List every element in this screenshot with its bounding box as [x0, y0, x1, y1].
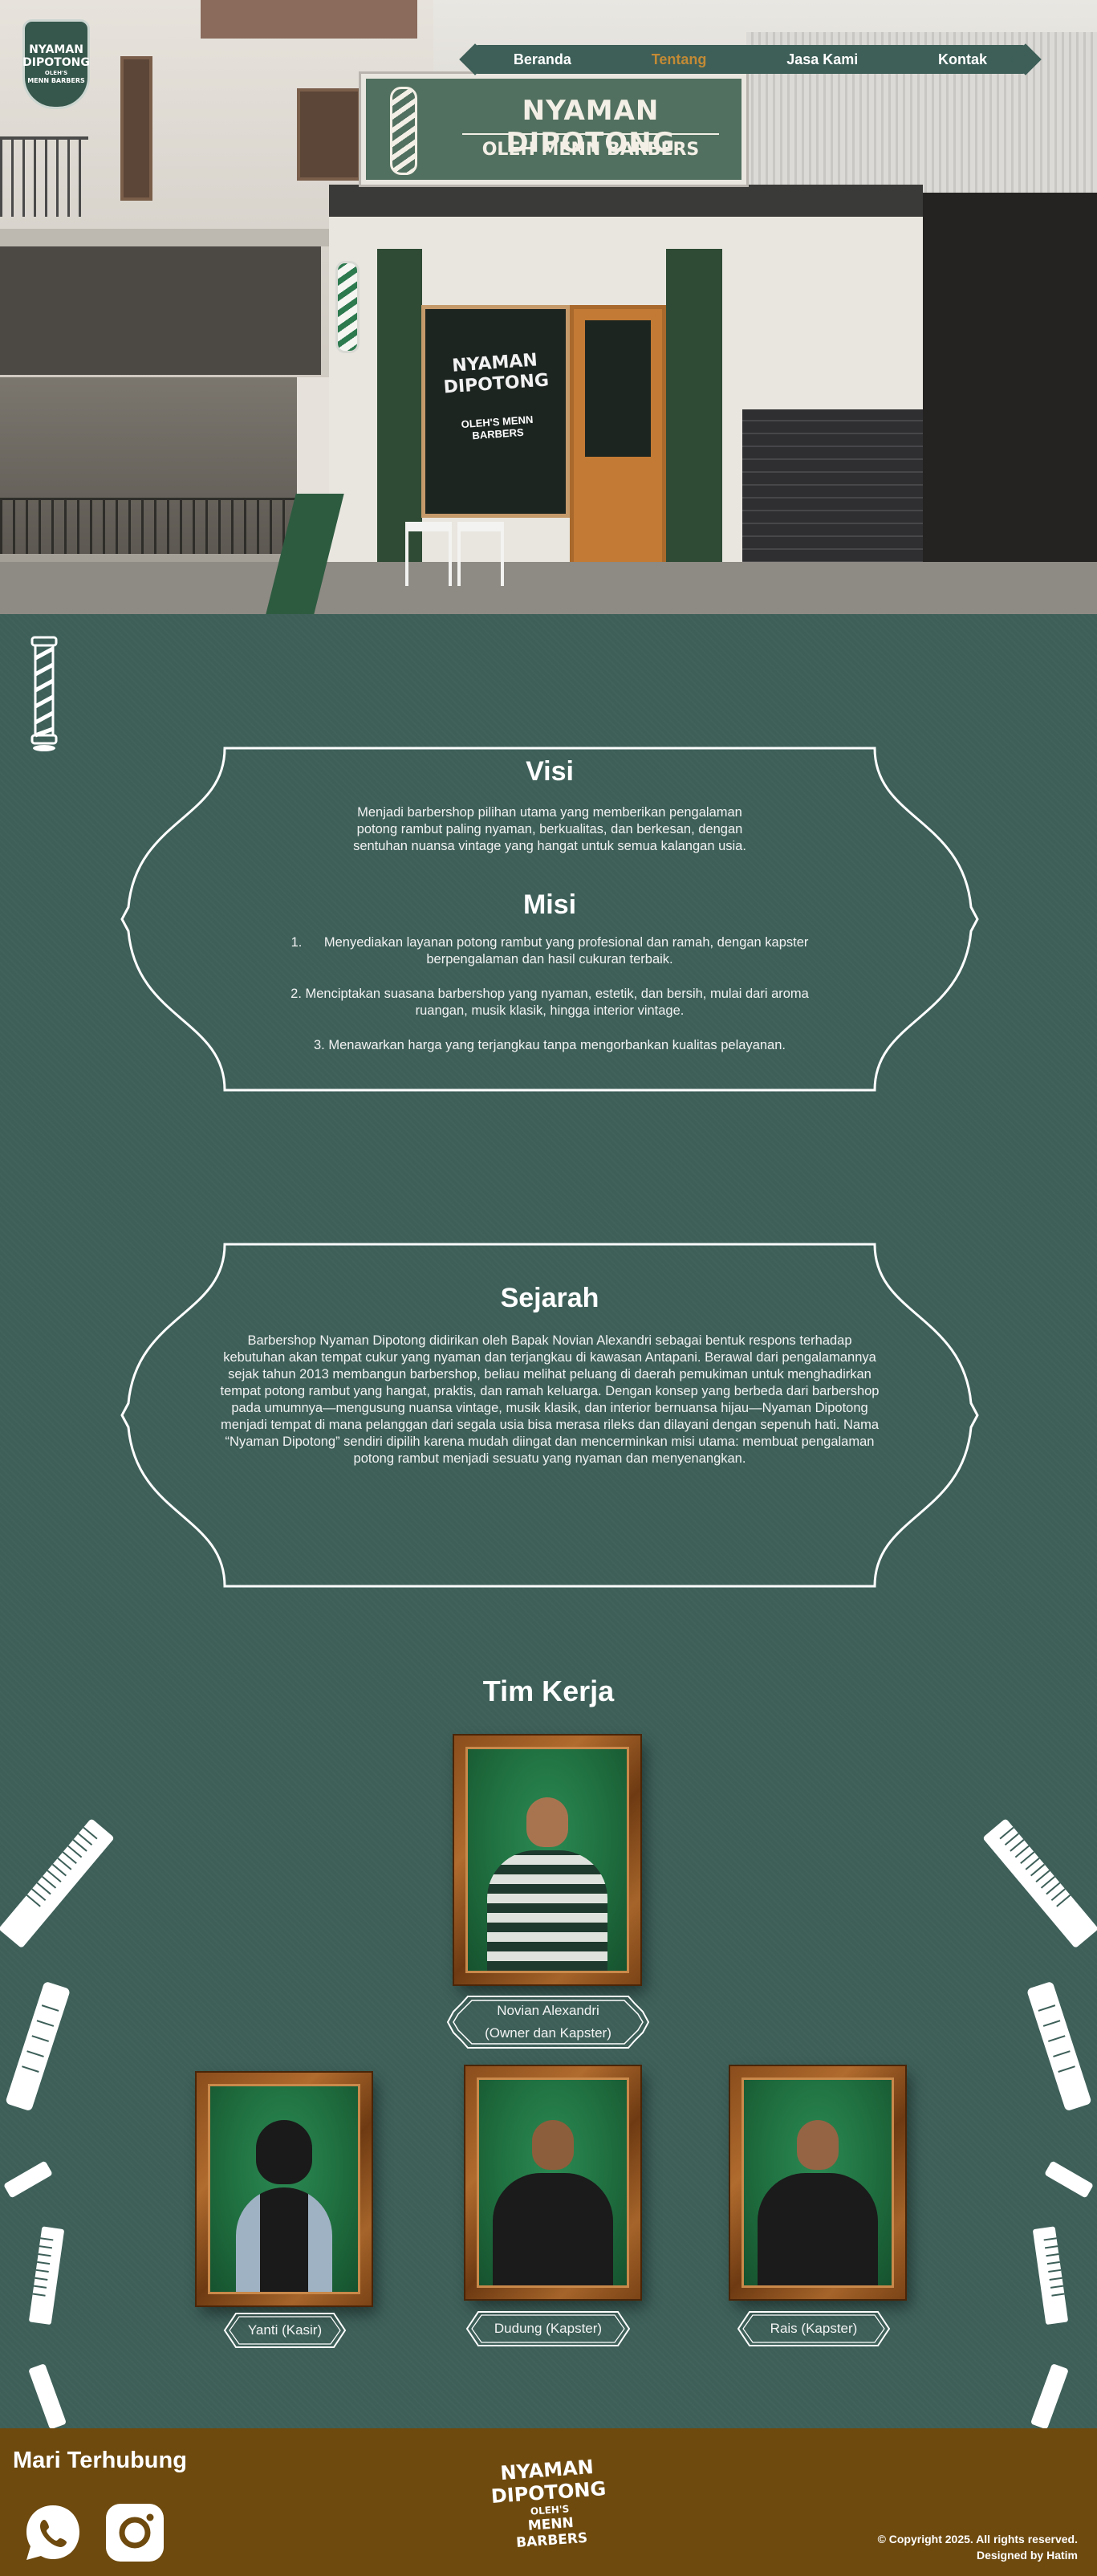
owner-name: Novian Alexandri: [497, 2003, 599, 2018]
hero-sign-subtitle: OLEH MENN BARBERS: [481, 140, 700, 160]
nav-beranda[interactable]: Beranda: [506, 48, 579, 71]
person-illustration: [493, 2120, 613, 2285]
team-name-plate-yanti: Yanti (Kasir): [223, 2312, 347, 2349]
owner-role: (Owner dan Kapster): [485, 2025, 611, 2041]
footer: Mari Terhubung NYAMAN DIPOTONG OLEH'S ME…: [0, 2428, 1097, 2576]
hero-photo: NYAMAN DIPOTONG OLEH'S MENN BARBERS NYAM…: [0, 0, 1097, 614]
logo-line-3: OLEH'S: [44, 70, 68, 76]
hero-stool: [405, 522, 452, 586]
team-photo-owner: [454, 1736, 640, 1984]
main-nav: Beranda Tentang Jasa Kami Kontak: [473, 45, 1027, 74]
visi-text: Menjadi barbershop pilihan utama yang me…: [353, 805, 746, 853]
logo-line-1: NYAMAN: [29, 43, 83, 56]
visi-misi-panel: Visi Menjadi barbershop pilihan utama ya…: [120, 747, 979, 1092]
hero-door: [570, 305, 666, 570]
visi-title: Visi: [526, 756, 574, 787]
misi-item: 2. Menciptakan suasana barbershop yang n…: [291, 987, 809, 1018]
sejarah-panel: Sejarah Barbershop Nyaman Dipotong didir…: [120, 1243, 979, 1588]
team-name-plate-dudung: Dudung (Kapster): [465, 2310, 631, 2347]
person-illustration: [487, 1797, 607, 1971]
yanti-name: Yanti (Kasir): [247, 2322, 323, 2338]
team-photo-dudung: [465, 2066, 640, 2299]
designed-by-text: Designed by Hatim: [976, 2549, 1078, 2562]
comb-decoration-icon: [29, 2226, 64, 2325]
hero-stool: [457, 522, 504, 586]
razor-decoration-icon: [29, 2364, 66, 2428]
rais-name: Rais (Kapster): [770, 2321, 858, 2336]
razor-decoration-icon: [4, 2161, 52, 2198]
sejarah-text: Barbershop Nyaman Dipotong didirikan ole…: [220, 1333, 880, 1466]
hero-shop-sign: NYAMAN DIPOTONG OLEH MENN BARBERS: [359, 71, 749, 187]
comb-decoration-icon: [0, 1819, 114, 1947]
nav-kontak[interactable]: Kontak: [930, 48, 995, 71]
team-photo-yanti: [197, 2073, 372, 2305]
hero-window-text: NYAMAN DIPOTONG: [442, 350, 550, 398]
misi-item: 3. Menawarkan harga yang terjangkau tanp…: [314, 1038, 786, 1052]
person-illustration: [236, 2120, 332, 2292]
misi-item: 1. Menyediakan layanan potong rambut yan…: [291, 935, 809, 967]
whatsapp-icon[interactable]: [22, 2502, 83, 2563]
instagram-icon[interactable]: [104, 2502, 165, 2563]
logo-line-4: MENN BARBERS: [27, 77, 85, 84]
razor-decoration-icon: [1031, 2364, 1068, 2428]
site-logo[interactable]: NYAMAN DIPOTONG OLEH'S MENN BARBERS: [22, 19, 90, 109]
razor-decoration-icon: [1027, 1982, 1091, 2110]
nav-tentang[interactable]: Tentang: [644, 48, 715, 71]
copyright-text: © Copyright 2025. All rights reserved.: [877, 2533, 1078, 2545]
comb-decoration-icon: [983, 1819, 1097, 1947]
footer-connect-heading: Mari Terhubung: [13, 2448, 187, 2473]
hero-barber-pole: [335, 261, 360, 353]
footer-copyright: © Copyright 2025. All rights reserved. D…: [878, 2531, 1078, 2563]
comb-decoration-icon: [1033, 2226, 1068, 2325]
footer-logo[interactable]: NYAMAN DIPOTONG OLEH'S MENN BARBERS: [488, 2455, 610, 2553]
hero-garage: [923, 193, 1097, 578]
barber-pole-icon: [30, 636, 58, 751]
sejarah-title: Sejarah: [500, 1283, 599, 1313]
person-illustration: [758, 2120, 878, 2285]
hero-street: [0, 562, 1097, 614]
team-photo-rais: [730, 2066, 905, 2299]
nav-jasa-kami[interactable]: Jasa Kami: [778, 48, 866, 71]
dudung-name: Dudung (Kapster): [494, 2321, 603, 2336]
logo-line-2: DIPOTONG: [22, 56, 90, 69]
footer-logo-line-4: MENN BARBERS: [515, 2514, 588, 2551]
razor-decoration-icon: [1045, 2161, 1093, 2198]
misi-title: Misi: [522, 889, 577, 920]
hero-fence: [0, 377, 305, 554]
misi-list: 1. Menyediakan layanan potong rambut yan…: [273, 934, 827, 1072]
team-name-plate-rais: Rais (Kapster): [737, 2310, 891, 2347]
team-name-plate-owner: Novian Alexandri (Owner dan Kapster): [445, 1994, 651, 2050]
razor-decoration-icon: [6, 1982, 70, 2110]
team-title: Tim Kerja: [482, 1675, 615, 1707]
